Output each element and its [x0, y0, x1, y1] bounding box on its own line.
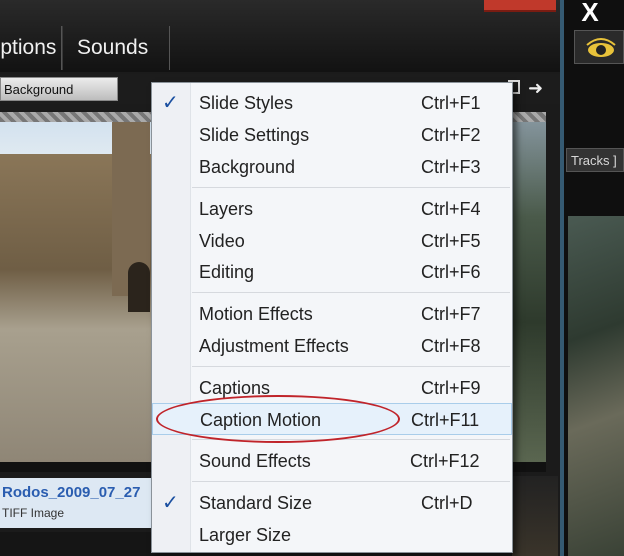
thumbnail-strip[interactable] [512, 476, 558, 556]
menu-separator [192, 481, 510, 482]
tracks-button[interactable]: Tracks ] [566, 148, 624, 172]
tracks-label: Tracks ] [571, 153, 617, 168]
photo-hatch-border-right [512, 112, 546, 122]
menu-item-larger-size[interactable]: Larger Size [152, 519, 512, 551]
right-thumbnail[interactable] [568, 216, 624, 556]
menu-separator [192, 187, 510, 188]
menu-item-shortcut: Ctrl+F5 [421, 231, 481, 251]
menu-item-motion-effects[interactable]: Motion Effects Ctrl+F7 [152, 298, 512, 330]
menu-item-sound-effects[interactable]: Sound Effects Ctrl+F12 [152, 445, 512, 477]
check-icon: ✓ [162, 492, 179, 514]
menu-item-shortcut: Ctrl+D [421, 493, 473, 513]
check-icon: ✓ [162, 92, 179, 114]
menu-item-slide-settings[interactable]: Slide Settings Ctrl+F2 [152, 119, 512, 151]
menu-separator [192, 366, 510, 367]
menu-item-label: Adjustment Effects [199, 336, 349, 356]
annotation-ellipse [156, 395, 400, 443]
menu-item-shortcut: Ctrl+F7 [421, 304, 481, 324]
menu-item-label: Editing [199, 262, 255, 282]
menu-item-layers[interactable]: Layers Ctrl+F4 [152, 193, 512, 225]
background-button[interactable]: Background [0, 77, 118, 101]
menu-item-editing[interactable]: Editing Ctrl+F6 [152, 256, 512, 288]
menu-item-shortcut: Ctrl+F9 [421, 378, 481, 398]
castle-gate [128, 262, 150, 312]
menu-item-label: Sound Effects [199, 451, 311, 471]
menu-item-shortcut: Ctrl+F1 [421, 93, 481, 113]
menu-item-shortcut: Ctrl+F4 [421, 199, 481, 219]
menu-item-label: Layers [199, 199, 254, 219]
preview-eye-icon[interactable] [574, 30, 624, 64]
menu-item-label: Larger Size [199, 525, 292, 545]
context-menu: ✓ Slide Styles Ctrl+F1 Slide Settings Ct… [151, 82, 513, 553]
slide-photo [0, 112, 160, 462]
menu-item-shortcut: Ctrl+F11 [411, 410, 480, 430]
bottom-bar [0, 532, 160, 556]
menu-item-label: Background [199, 157, 296, 177]
menu-item-shortcut: Ctrl+F3 [421, 157, 481, 177]
menu-item-adjustment-effects[interactable]: Adjustment Effects Ctrl+F8 [152, 330, 512, 362]
tab-options[interactable]: Options [0, 26, 62, 70]
menu-item-label: Slide Styles [199, 93, 294, 113]
menu-item-standard-size[interactable]: ✓ Standard Size Ctrl+D [152, 487, 512, 519]
file-info[interactable]: Rodos_2009_07_27 TIFF Image [0, 478, 160, 528]
menu-item-video[interactable]: Video Ctrl+F5 [152, 225, 512, 257]
photo-hatch-border [0, 112, 160, 122]
tab-options-label: Options [0, 36, 57, 59]
window-close-strip[interactable] [484, 0, 556, 12]
close-icon[interactable]: X [576, 0, 604, 26]
menu-item-label: Standard Size [199, 493, 313, 513]
menu-item-shortcut: Ctrl+F6 [421, 262, 481, 282]
tab-sounds-label: Sounds [77, 36, 149, 59]
file-name: Rodos_2009_07_27 [2, 484, 141, 501]
file-type: TIFF Image [2, 506, 65, 520]
menu-item-label: Motion Effects [199, 304, 313, 324]
menu-item-label: Video [199, 231, 245, 251]
menu-separator [192, 292, 510, 293]
tab-sounds[interactable]: Sounds [62, 26, 170, 70]
menu-item-shortcut: Ctrl+F8 [421, 336, 481, 356]
arrow-right-icon[interactable]: ➜ [528, 78, 543, 99]
menu-item-slide-styles[interactable]: ✓ Slide Styles Ctrl+F1 [152, 87, 512, 119]
slide-photo-right [512, 112, 546, 462]
menu-item-label: Slide Settings [199, 125, 310, 145]
top-menu-bar: Options Sounds [0, 0, 560, 72]
menu-item-shortcut: Ctrl+F2 [421, 125, 481, 145]
menu-item-shortcut: Ctrl+F12 [410, 451, 480, 471]
menu-item-background[interactable]: Background Ctrl+F3 [152, 151, 512, 183]
background-button-label: Background [4, 82, 74, 97]
